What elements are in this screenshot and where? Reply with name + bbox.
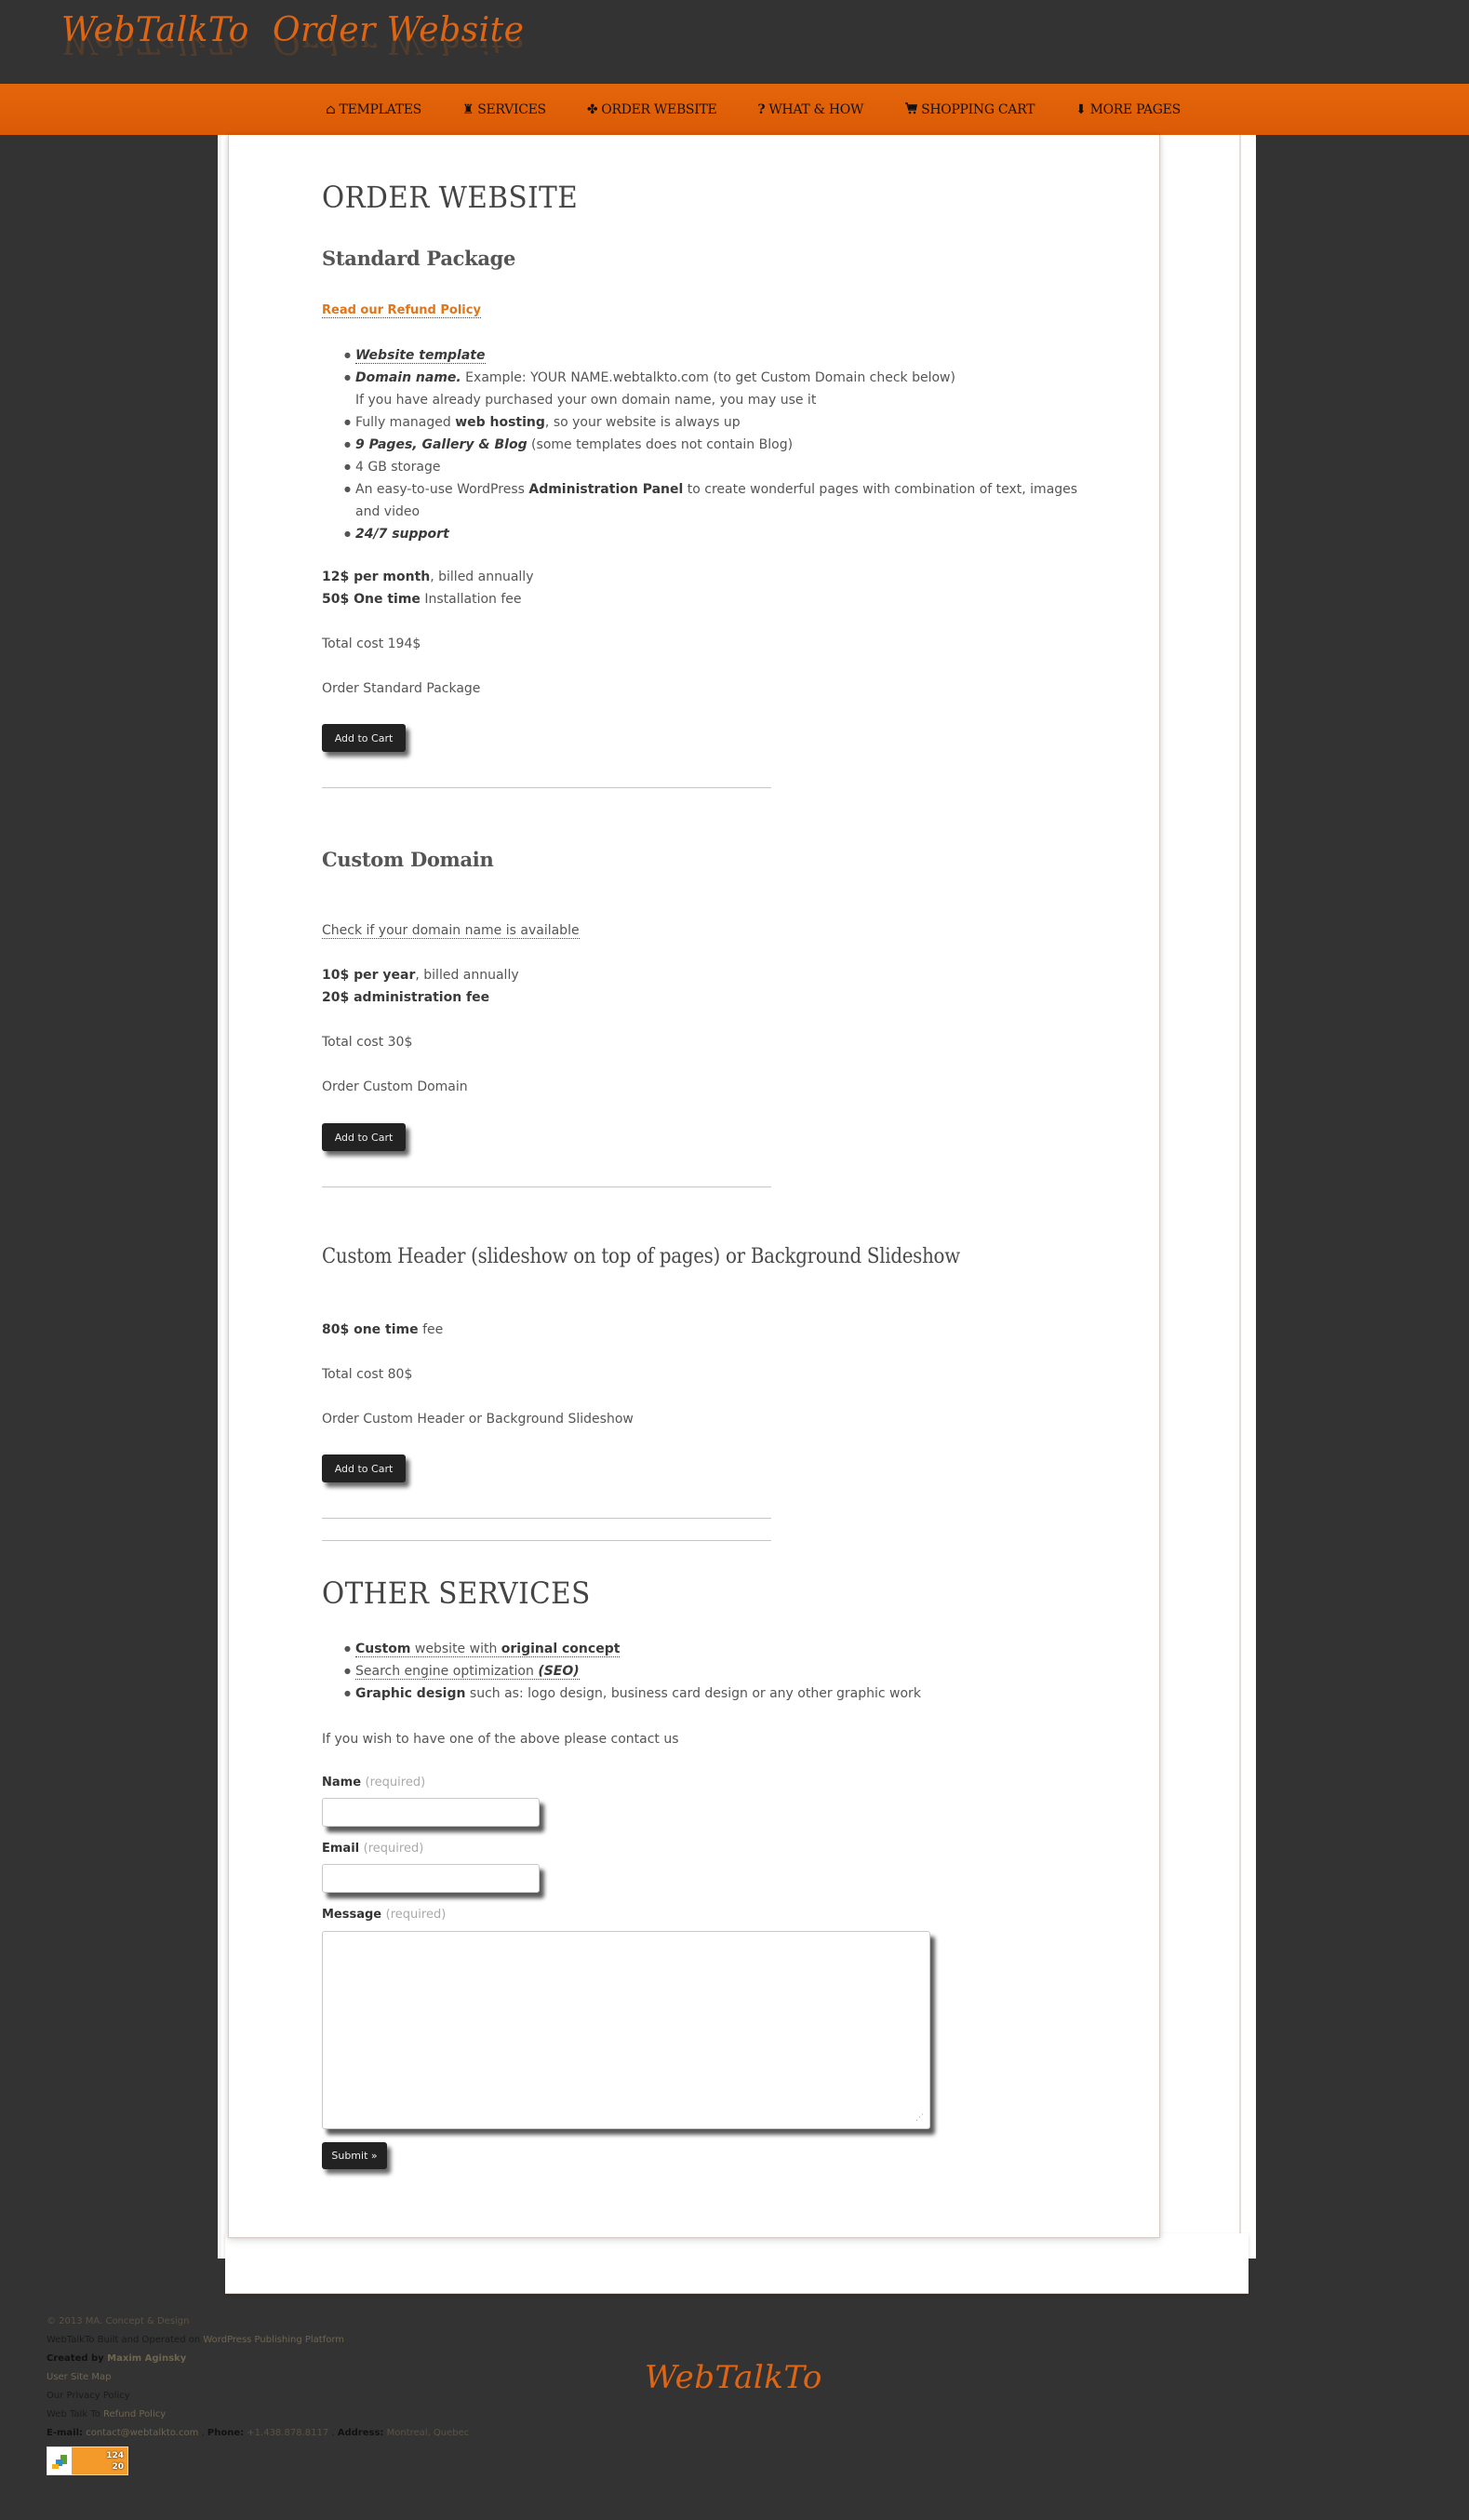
header-total: Total cost 80$	[322, 1367, 413, 1382]
feature-support: 24/7 support	[322, 523, 1077, 545]
service-seo: Search engine optimization (SEO)	[322, 1660, 921, 1682]
domain-admin-fee: 20$ administration fee	[322, 990, 490, 1005]
email-input[interactable]	[322, 1864, 540, 1893]
domain-total: Total cost 30$	[322, 1035, 413, 1050]
divider	[322, 1518, 771, 1519]
feature-domain-name: Domain name. Example: YOUR NAME.webtalkt…	[322, 367, 1077, 389]
feature-website-template: Website template	[322, 344, 1077, 367]
footer-contact: E-mail: contact@webtalkto.com , Phone: +…	[47, 2428, 470, 2438]
email-label: Email (required)	[322, 1842, 424, 1856]
sidebar-strip	[1239, 135, 1256, 2259]
standard-price-setup: 50$ One time Installation fee	[322, 592, 522, 607]
counter-total: 124	[106, 2451, 124, 2460]
refund-policy-link[interactable]: Read our Refund Policy	[322, 303, 481, 318]
cubes-icon	[52, 2455, 67, 2469]
arrow-down-icon: ⬇	[1075, 101, 1087, 117]
footer-logo[interactable]: WebTalkTo	[645, 2359, 822, 2396]
feature-admin-panel: An easy-to-use WordPress Administration …	[322, 478, 1077, 501]
site-header: WebTalkTo WebTalkTo Order Website Order …	[0, 0, 1469, 84]
submit-button[interactable]: Submit »	[322, 2142, 387, 2169]
maple-leaf-icon: ✤	[586, 101, 598, 117]
page-name-banner: Order Website Order Website	[273, 11, 525, 57]
feature-domain-note: If you have already purchased your own d…	[355, 393, 817, 408]
standard-total: Total cost 194$	[322, 637, 421, 651]
header-price: 80$ one time fee	[322, 1322, 444, 1337]
page-frame-bottom	[225, 2233, 1249, 2294]
name-label: Name (required)	[322, 1776, 426, 1789]
footer-info: © 2013 MA. Concept & Design WebTalkTo Bu…	[47, 2312, 469, 2443]
footer-built: WebTalkTo Built and Operated on WordPres…	[47, 2335, 345, 2345]
domain-order-label: Order Custom Domain	[322, 1079, 468, 1094]
page-name-reflection: Order Website	[273, 36, 525, 57]
footer-refund-link[interactable]: Refund Policy	[103, 2409, 166, 2419]
custom-website-link[interactable]: Custom website with original concept	[355, 1642, 621, 1657]
nav-item-services[interactable]: ♜ Services	[442, 101, 567, 118]
house-icon: ⌂	[326, 101, 336, 117]
page-title: Order Website	[322, 180, 579, 215]
nav-item-what-how[interactable]: ? What & How	[737, 101, 884, 118]
nav-item-order-website[interactable]: ✤ Order Website	[567, 101, 738, 118]
standard-package-title: Standard Package	[322, 247, 516, 270]
resize-grip-icon[interactable]: ⋰	[915, 2114, 924, 2123]
name-input[interactable]	[322, 1798, 540, 1827]
domain-add-to-cart-button[interactable]: Add to Cart	[322, 1123, 406, 1151]
standard-features-list: Website template Domain name. Example: Y…	[322, 344, 1077, 545]
service-custom-website: Custom website with original concept	[322, 1638, 921, 1660]
contact-intro: If you wish to have one of the above ple…	[322, 1732, 679, 1747]
header-order-label: Order Custom Header or Background Slides…	[322, 1412, 634, 1427]
feature-pages: 9 Pages, Gallery & Blog (some templates …	[322, 434, 1077, 456]
nav-item-templates[interactable]: ⌂ Templates	[305, 101, 442, 118]
custom-header-title: Custom Header (slideshow on top of pages…	[322, 1245, 960, 1268]
divider	[322, 1186, 771, 1187]
wordpress-link[interactable]: WordPress Publishing Platform	[203, 2335, 344, 2345]
nav-item-more-pages[interactable]: ⬇ More Pages	[1055, 101, 1201, 118]
standard-price-monthly: 12$ per month, billed annually	[322, 570, 534, 584]
divider	[322, 787, 771, 788]
standard-order-label: Order Standard Package	[322, 681, 481, 696]
main-nav: ⌂ Templates ♜ Services ✤ Order Website ?…	[0, 84, 1469, 135]
divider	[322, 1540, 771, 1541]
visitor-counter-badge[interactable]: 124 20	[47, 2446, 128, 2475]
question-icon: ?	[757, 101, 766, 117]
footer-copyright: © 2013 MA. Concept & Design	[47, 2316, 190, 2326]
other-services-title: Other Services	[322, 1575, 591, 1611]
privacy-link[interactable]: Our Privacy Policy	[47, 2387, 469, 2406]
footer-created: Created by Maxim Aginsky	[47, 2353, 187, 2364]
custom-domain-title: Custom Domain	[322, 848, 494, 871]
website-template-link[interactable]: Website template	[355, 348, 486, 364]
domain-check-row: Check if your domain name is available	[322, 919, 580, 942]
other-services-list: Custom website with original concept Sea…	[322, 1638, 921, 1705]
domain-check-link[interactable]: Check if your domain name is available	[322, 923, 580, 939]
nav-item-shopping-cart[interactable]: Shopping Cart	[884, 101, 1055, 118]
cart-icon	[904, 101, 918, 118]
email-link[interactable]: contact@webtalkto.com	[86, 2428, 198, 2438]
message-textarea[interactable]: ⋰	[322, 1931, 930, 2129]
counter-today: 20	[112, 2462, 124, 2472]
service-graphic-design: Graphic design such as: logo design, bus…	[322, 1682, 921, 1705]
footer-refund: Web Talk To Refund Policy	[47, 2409, 167, 2419]
author-link[interactable]: Maxim Aginsky	[107, 2353, 186, 2364]
feature-storage: 4 GB storage	[322, 456, 1077, 478]
sitemap-link[interactable]: User Site Map	[47, 2368, 469, 2387]
tower-icon: ♜	[461, 101, 474, 117]
feature-admin-panel-cont: and video	[355, 504, 421, 519]
logo-reflection: WebTalkTo	[61, 36, 249, 57]
feature-web-hosting: Fully managed web hosting, so your websi…	[322, 411, 1077, 434]
site-logo[interactable]: WebTalkTo WebTalkTo	[61, 11, 249, 57]
seo-link[interactable]: Search engine optimization (SEO)	[355, 1664, 580, 1680]
refund-policy-row: Read our Refund Policy	[322, 300, 481, 322]
header-add-to-cart-button[interactable]: Add to Cart	[322, 1454, 406, 1482]
standard-add-to-cart-button[interactable]: Add to Cart	[322, 724, 406, 752]
message-label: Message (required)	[322, 1908, 447, 1922]
domain-price-yearly: 10$ per year, billed annually	[322, 968, 519, 983]
